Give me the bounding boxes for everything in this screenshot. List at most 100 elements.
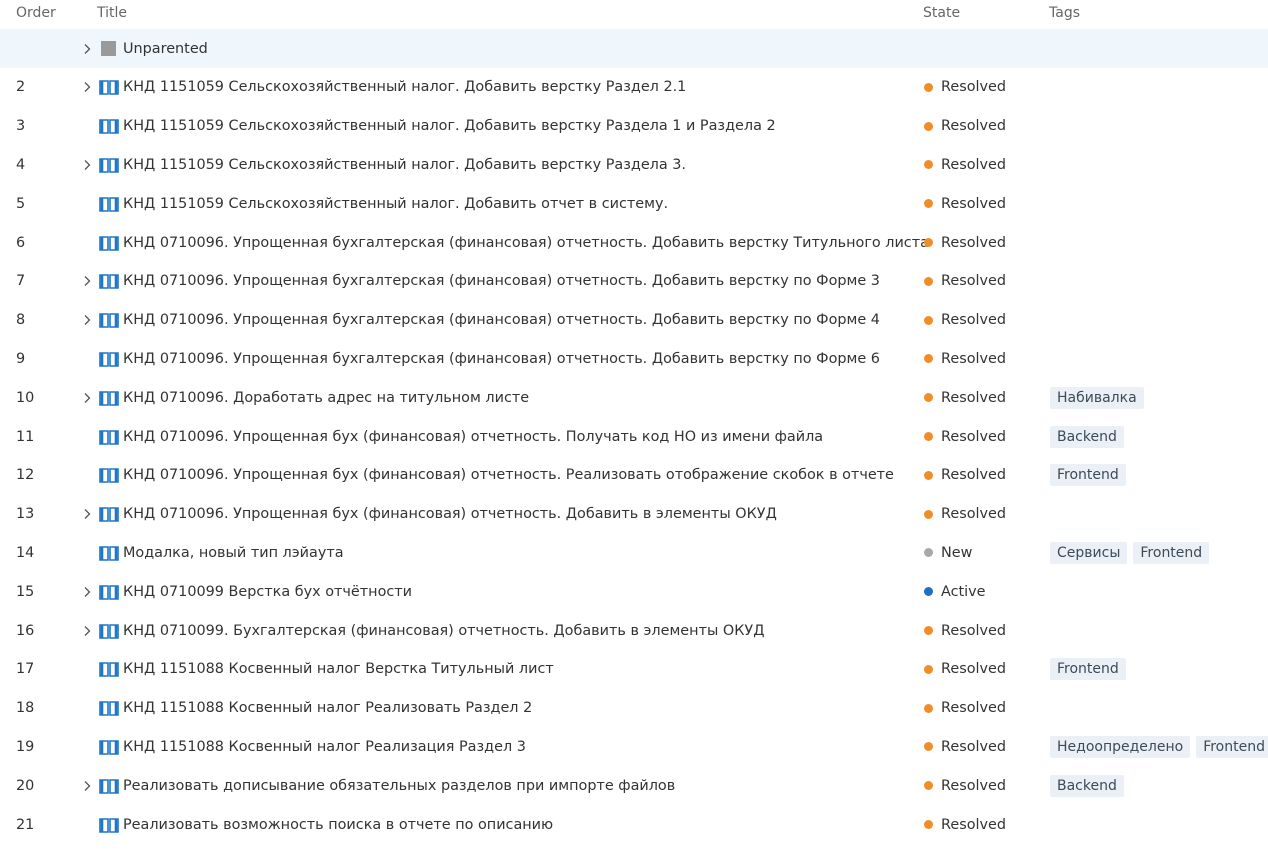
work-item-title-link[interactable]: КНД 1151059 Сельскохозяйственный налог. … bbox=[123, 68, 686, 107]
state-label: Resolved bbox=[941, 156, 1007, 173]
user-story-book-icon bbox=[99, 378, 119, 417]
work-item-row[interactable]: 7 КНД 0710096. Упрощенная бухгалтерская (… bbox=[0, 262, 1268, 301]
work-item-row[interactable]: 11 КНД 0710096. Упрощенная бух (финансова… bbox=[0, 417, 1268, 456]
tags-cell: Набивалка bbox=[1050, 378, 1144, 417]
work-item-row[interactable]: 12 КНД 0710096. Упрощенная бух (финансова… bbox=[0, 456, 1268, 495]
tag-chip[interactable]: Frontend bbox=[1050, 658, 1126, 681]
state-dot-icon bbox=[924, 587, 933, 597]
state-dot-icon bbox=[924, 626, 933, 636]
work-item-title-link[interactable]: Реализовать возможность поиска в отчете … bbox=[123, 805, 553, 844]
work-item-title-link[interactable]: КНД 1151059 Сельскохозяйственный налог. … bbox=[123, 184, 668, 223]
work-item-title-link[interactable]: КНД 0710096. Упрощенная бухгалтерская (ф… bbox=[123, 340, 880, 379]
work-item-row[interactable]: 15 КНД 0710099 Верстка бух отчётности Acti… bbox=[0, 572, 1268, 611]
chevron-right-icon[interactable] bbox=[80, 611, 94, 650]
column-header-tags[interactable]: Tags bbox=[1049, 5, 1080, 21]
work-item-title-link[interactable]: КНД 0710096. Упрощенная бухгалтерская (ф… bbox=[123, 262, 880, 301]
state-dot-icon bbox=[924, 121, 933, 131]
work-item-title-link[interactable]: КНД 1151088 Косвенный налог Верстка Титу… bbox=[123, 650, 554, 689]
user-story-book-icon bbox=[99, 805, 119, 844]
chevron-right-icon[interactable] bbox=[80, 495, 94, 534]
chevron-right-icon[interactable] bbox=[80, 262, 94, 301]
state-cell: Resolved bbox=[924, 456, 1006, 495]
state-cell: Resolved bbox=[924, 495, 1006, 534]
order-cell: 5 bbox=[16, 195, 26, 212]
work-item-row[interactable]: 2 КНД 1151059 Сельскохозяйственный налог.… bbox=[0, 68, 1268, 107]
work-item-title-link[interactable]: КНД 0710096. Упрощенная бух (финансовая)… bbox=[123, 417, 823, 456]
work-item-title-link[interactable]: КНД 0710099. Бухгалтерская (финансовая) … bbox=[123, 611, 764, 650]
work-item-title-link[interactable]: КНД 1151088 Косвенный налог Реализовать … bbox=[123, 689, 532, 728]
tags-cell: Frontend bbox=[1050, 650, 1126, 689]
column-header-state[interactable]: State bbox=[923, 5, 960, 21]
work-item-title-link[interactable]: КНД 0710096. Упрощенная бух (финансовая)… bbox=[123, 456, 894, 495]
user-story-book-icon bbox=[99, 689, 119, 728]
chevron-right-icon[interactable] bbox=[80, 29, 94, 68]
order-cell: 6 bbox=[16, 234, 26, 251]
state-dot-icon bbox=[924, 781, 933, 791]
column-header-title[interactable]: Title bbox=[97, 5, 127, 21]
state-label: Resolved bbox=[941, 79, 1007, 96]
chevron-right-icon[interactable] bbox=[80, 766, 94, 805]
work-item-row[interactable]: 5 КНД 1151059 Сельскохозяйственный налог.… bbox=[0, 184, 1268, 223]
work-item-row[interactable]: 14 Модалка, новый тип лэйаута New Сервисы Fr… bbox=[0, 534, 1268, 573]
work-item-title-link[interactable]: Модалка, новый тип лэйаута bbox=[123, 534, 344, 573]
user-story-book-icon bbox=[99, 650, 119, 689]
work-item-title-link[interactable]: КНД 0710096. Доработать адрес на титульн… bbox=[123, 378, 529, 417]
work-item-title-link[interactable]: КНД 1151088 Косвенный налог Реализация Р… bbox=[123, 728, 526, 767]
tag-chip[interactable]: Frontend bbox=[1133, 541, 1210, 564]
order-cell: 13 bbox=[16, 506, 35, 523]
column-header-order[interactable]: Order bbox=[16, 5, 56, 21]
work-item-row[interactable]: 19 КНД 1151088 Косвенный налог Реализация… bbox=[0, 728, 1268, 767]
chevron-right-icon[interactable] bbox=[80, 146, 94, 185]
order-cell: 4 bbox=[16, 156, 26, 173]
work-item-row[interactable]: 3 КНД 1151059 Сельскохозяйственный налог.… bbox=[0, 107, 1268, 146]
state-cell: New bbox=[924, 534, 972, 573]
state-cell: Resolved bbox=[924, 223, 1006, 262]
tag-chip[interactable]: Frontend bbox=[1196, 735, 1268, 758]
order-cell: 16 bbox=[16, 622, 35, 639]
work-item-row[interactable]: 6 КНД 0710096. Упрощенная бухгалтерская (… bbox=[0, 223, 1268, 262]
user-story-book-icon bbox=[99, 417, 119, 456]
tag-chip[interactable]: Набивалка bbox=[1050, 386, 1144, 409]
work-item-row[interactable]: 18 КНД 1151088 Косвенный налог Реализоват… bbox=[0, 689, 1268, 728]
chevron-right-icon[interactable] bbox=[80, 68, 94, 107]
state-label: Resolved bbox=[941, 467, 1007, 484]
chevron-right-icon[interactable] bbox=[80, 378, 94, 417]
tag-chip[interactable]: Frontend bbox=[1050, 464, 1126, 487]
order-cell: 10 bbox=[16, 389, 35, 406]
order-cell: 2 bbox=[16, 79, 26, 96]
unparented-row[interactable]: Unparented bbox=[0, 29, 1268, 68]
work-item-row[interactable]: 8 КНД 0710096. Упрощенная бухгалтерская (… bbox=[0, 301, 1268, 340]
state-dot-icon bbox=[924, 548, 933, 558]
state-cell: Resolved bbox=[924, 611, 1006, 650]
work-item-row[interactable]: 9 КНД 0710096. Упрощенная бухгалтерская (… bbox=[0, 340, 1268, 379]
work-item-row[interactable]: 21 Реализовать возможность поиска в отчет… bbox=[0, 805, 1268, 844]
work-item-row[interactable]: 4 КНД 1151059 Сельскохозяйственный налог.… bbox=[0, 146, 1268, 185]
work-item-row[interactable]: 10 КНД 0710096. Доработать адрес на титул… bbox=[0, 378, 1268, 417]
work-item-row[interactable]: 20 Реализовать дописывание обязательных р… bbox=[0, 766, 1268, 805]
state-cell: Resolved bbox=[924, 805, 1006, 844]
state-dot-icon bbox=[924, 82, 933, 92]
state-cell: Resolved bbox=[924, 650, 1006, 689]
work-item-row[interactable]: 17 КНД 1151088 Косвенный налог Верстка Ти… bbox=[0, 650, 1268, 689]
work-item-title-link[interactable]: КНД 0710099 Верстка бух отчётности bbox=[123, 572, 412, 611]
user-story-book-icon bbox=[99, 456, 119, 495]
state-label: Resolved bbox=[941, 700, 1007, 717]
chevron-right-icon[interactable] bbox=[80, 572, 94, 611]
tag-chip[interactable]: Сервисы bbox=[1050, 541, 1128, 564]
work-item-title-link[interactable]: Реализовать дописывание обязательных раз… bbox=[123, 766, 675, 805]
work-item-title-link[interactable]: КНД 0710096. Упрощенная бух (финансовая)… bbox=[123, 495, 777, 534]
tag-chip[interactable]: Backend bbox=[1050, 774, 1124, 797]
chevron-right-icon[interactable] bbox=[80, 301, 94, 340]
tag-chip[interactable]: Backend bbox=[1050, 425, 1124, 448]
work-item-title-link[interactable]: КНД 0710096. Упрощенная бухгалтерская (ф… bbox=[123, 223, 929, 262]
order-cell: 12 bbox=[16, 467, 35, 484]
order-cell: 8 bbox=[16, 312, 26, 329]
work-item-title-link[interactable]: КНД 0710096. Упрощенная бухгалтерская (ф… bbox=[123, 301, 880, 340]
work-item-title-link[interactable]: КНД 1151059 Сельскохозяйственный налог. … bbox=[123, 146, 686, 185]
order-cell: 18 bbox=[16, 700, 35, 717]
order-cell: 21 bbox=[16, 816, 35, 833]
tag-chip[interactable]: Недоопределено bbox=[1050, 735, 1191, 758]
work-item-row[interactable]: 13 КНД 0710096. Упрощенная бух (финансова… bbox=[0, 495, 1268, 534]
work-item-row[interactable]: 16 КНД 0710099. Бухгалтерская (финансовая… bbox=[0, 611, 1268, 650]
work-item-title-link[interactable]: КНД 1151059 Сельскохозяйственный налог. … bbox=[123, 107, 776, 146]
